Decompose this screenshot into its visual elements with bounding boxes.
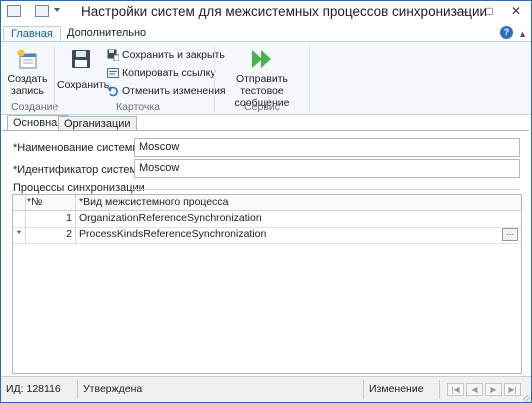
create-record-label-1: Создать	[7, 73, 48, 85]
copy-link-icon	[107, 68, 119, 79]
row-marker: *	[16, 228, 22, 240]
main-window: Настройки систем для межсистемных процес…	[0, 0, 532, 403]
save-close-icon	[107, 49, 119, 62]
create-record-label-2: запись	[11, 85, 44, 97]
status-separator	[363, 380, 364, 399]
tab-organizations[interactable]: Организации	[58, 116, 137, 131]
first-record-icon[interactable]: |◀	[447, 383, 464, 396]
table-row[interactable]: 1 OrganizationReferenceSynchronization	[13, 211, 521, 228]
edit-mode: Изменение	[369, 383, 424, 395]
status-bar: ИД: 128116 Утверждена Изменение |◀ ◀ ▶ ▶…	[1, 376, 531, 402]
save-label: Сохранить	[57, 79, 110, 91]
column-header-number[interactable]: *№	[27, 195, 72, 210]
new-record-icon	[17, 49, 36, 69]
row-process[interactable]: OrganizationReferenceSynchronization	[79, 211, 479, 226]
row-process[interactable]: ProcessKindsReferenceSynchronization	[79, 227, 479, 242]
save-and-close-label: Сохранить и закрыть	[122, 49, 225, 61]
system-id-field[interactable]: Moscow	[134, 159, 520, 178]
form-tabs: Основная Организации	[1, 114, 531, 131]
ribbon-separator	[214, 46, 215, 112]
group-label-create: Создание	[11, 101, 59, 113]
minimize-button[interactable]: —	[449, 2, 475, 20]
copy-link-button[interactable]: Копировать ссылку	[107, 66, 216, 80]
tab-main[interactable]: Главная	[3, 26, 61, 42]
send-test-message-button[interactable]: Отправить тестовое сообщение	[217, 48, 307, 109]
system-name-label: *Наименование системы:	[13, 142, 144, 154]
ribbon: Создать запись Создание Сохранить Сохран…	[1, 41, 531, 115]
group-label-service: Сервис	[244, 101, 280, 113]
select-value-button[interactable]: ...	[502, 228, 518, 241]
save-and-close-button[interactable]: Сохранить и закрыть	[107, 48, 225, 62]
ribbon-collapse-icon[interactable]: ▲	[518, 29, 527, 39]
app-icon	[7, 5, 21, 17]
tab-additional[interactable]: Дополнительно	[60, 26, 153, 42]
quick-access-icon[interactable]	[35, 5, 49, 17]
ribbon-separator	[309, 46, 310, 112]
last-record-icon[interactable]: ▶|	[504, 383, 521, 396]
floppy-disk-icon	[72, 50, 90, 68]
next-record-icon[interactable]: ▶	[485, 383, 502, 396]
ribbon-tabs: Главная Дополнительно ? ▲	[1, 23, 531, 42]
status-separator	[77, 380, 78, 399]
quick-access-dropdown-icon[interactable]	[54, 8, 60, 12]
system-name-field[interactable]: Moscow	[134, 138, 520, 157]
undo-icon	[107, 86, 118, 97]
table-header: *№ *Вид межсистемного процесса	[13, 195, 521, 211]
copy-link-label: Копировать ссылку	[122, 67, 216, 79]
title-bar: Настройки систем для межсистемных процес…	[1, 1, 531, 23]
row-marker	[14, 211, 24, 226]
help-icon[interactable]: ?	[500, 26, 513, 39]
system-id-label: *Идентификатор системы:	[13, 164, 149, 176]
send-test-label-1: Отправить тестовое	[235, 73, 289, 97]
column-header-process[interactable]: *Вид межсистемного процесса	[79, 195, 379, 210]
status-separator	[439, 380, 440, 399]
save-button[interactable]: Сохранить	[57, 48, 110, 91]
maximize-button[interactable]: □	[476, 2, 502, 20]
close-button[interactable]: ✕	[503, 2, 529, 20]
section-title: Процессы синхронизации	[13, 182, 145, 194]
undo-changes-label: Отменить изменения	[122, 85, 226, 97]
send-arrows-icon	[252, 50, 271, 68]
previous-record-icon[interactable]: ◀	[466, 383, 483, 396]
row-number: 2	[66, 228, 72, 240]
record-id: ИД: 128116	[6, 383, 61, 395]
table-row[interactable]: * 2 ProcessKindsReferenceSynchronization…	[13, 227, 521, 244]
record-state: Утверждена	[83, 383, 143, 395]
group-label-card: Карточка	[116, 101, 160, 113]
resize-grip[interactable]	[523, 395, 530, 402]
window-title: Настройки систем для межсистемных процес…	[81, 4, 488, 19]
processes-table: *№ *Вид межсистемного процесса 1 Organiz…	[12, 194, 522, 374]
create-record-button[interactable]: Создать запись	[5, 48, 50, 97]
row-number: 1	[66, 212, 72, 224]
undo-changes-button[interactable]: Отменить изменения	[107, 84, 226, 98]
ribbon-separator	[54, 46, 55, 112]
section-divider	[131, 189, 520, 190]
